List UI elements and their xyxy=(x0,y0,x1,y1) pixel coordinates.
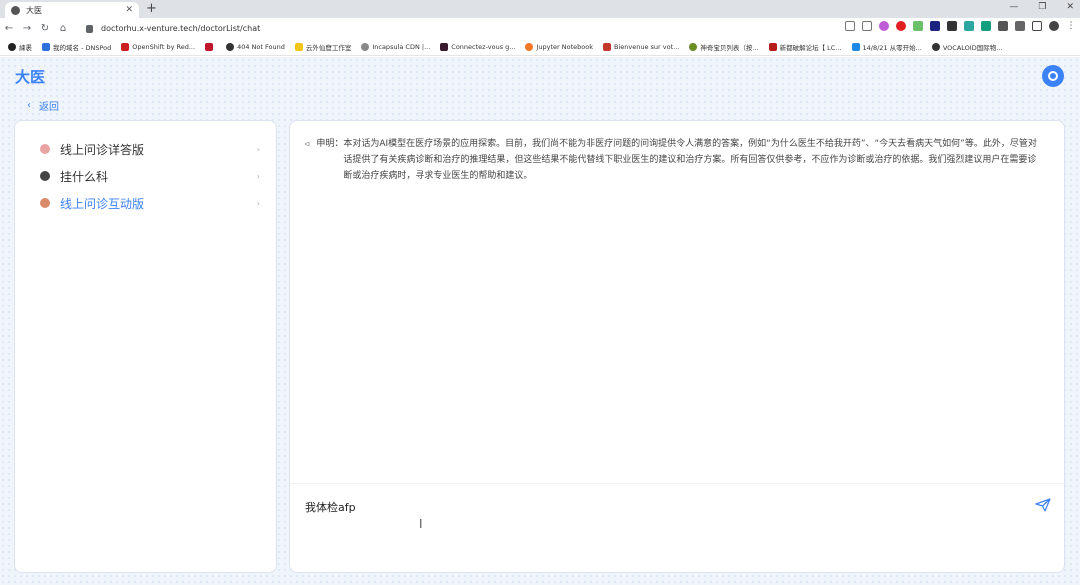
browser-toolbar: ← → ↻ ⌂ doctorhu.x-venture.tech/doctorLi… xyxy=(0,18,1080,38)
bookmark[interactable]: 14/8/21 从零开始... xyxy=(851,42,922,52)
extension-icon[interactable] xyxy=(879,21,889,31)
bookmark[interactable]: 404 Not Found xyxy=(226,42,285,51)
chevron-right-icon: › xyxy=(256,144,260,154)
megaphone-icon xyxy=(305,141,310,147)
doctor-avatar-icon xyxy=(40,144,50,154)
bookmark[interactable]: Incapsula CDN |... xyxy=(361,42,430,51)
minimize-icon[interactable]: — xyxy=(1009,2,1018,12)
bookmark[interactable]: VOCALOID国际物... xyxy=(931,42,1002,52)
chevron-right-icon: › xyxy=(256,171,260,181)
puzzle-icon[interactable] xyxy=(998,21,1008,31)
bookmark[interactable]: Jupyter Notebook xyxy=(525,42,593,51)
media-icon[interactable] xyxy=(1015,21,1025,31)
lock-icon xyxy=(86,24,93,33)
disclaimer-text: 本对话为AI模型在医疗场景的应用探索。目前，我们尚不能为非医疗问题的问询提供令人… xyxy=(343,139,1037,181)
tab-favicon-icon xyxy=(11,5,20,15)
doctor-sidebar: 线上问诊详答版 › 挂什么科 › 线上问诊互动版 › xyxy=(14,120,277,573)
extension-icon[interactable] xyxy=(947,21,957,31)
bookmark[interactable]: 云外仙窟工作室 xyxy=(294,42,351,52)
address-bar[interactable]: doctorhu.x-venture.tech/doctorList/chat xyxy=(80,21,850,36)
sidebar-item-label: 挂什么科 xyxy=(60,169,109,184)
bookmark[interactable]: 新都破解论坛【 LC... xyxy=(768,42,842,52)
bookmark[interactable]: Connectez-vous g... xyxy=(440,42,515,51)
chevron-left-icon: ‹ xyxy=(27,100,31,111)
sidebar-item-detailed[interactable]: 线上问诊详答版 › xyxy=(40,140,260,158)
window-close-icon[interactable]: ✕ xyxy=(1066,2,1074,12)
extension-icons: ⋮ xyxy=(845,21,1076,31)
user-avatar-button[interactable] xyxy=(1042,65,1064,87)
extension-icon[interactable] xyxy=(930,21,940,31)
text-cursor-icon: I xyxy=(419,517,423,531)
message-input[interactable]: 我体检afp xyxy=(305,499,356,515)
chevron-right-icon: › xyxy=(256,198,260,208)
sidebar-item-label: 线上问诊互动版 xyxy=(60,196,145,211)
extension-icon[interactable] xyxy=(964,21,974,31)
tab-title: 大医 xyxy=(26,5,42,15)
sidebar-item-department[interactable]: 挂什么科 › xyxy=(40,167,260,185)
restore-icon[interactable]: ❐ xyxy=(1038,2,1046,12)
profile-icon[interactable] xyxy=(1049,21,1059,31)
star-icon[interactable] xyxy=(862,21,872,31)
brand-logo[interactable]: 大医 xyxy=(15,66,45,87)
back-arrow-icon[interactable]: ← xyxy=(0,23,18,34)
home-icon[interactable]: ⌂ xyxy=(54,23,72,34)
opera-icon[interactable] xyxy=(896,21,906,31)
browser-tab[interactable]: 大医 ✕ xyxy=(5,2,139,18)
disclaimer-notice: 申明： 本对话为AI模型在医疗场景的应用探索。目前，我们尚不能为非医疗问题的问询… xyxy=(305,136,1045,184)
bookmark[interactable]: OpenShift by Red... xyxy=(121,42,195,51)
reload-icon[interactable]: ↻ xyxy=(36,23,54,34)
sidebar-icon[interactable] xyxy=(1032,21,1042,31)
extension-icon[interactable] xyxy=(981,21,991,31)
check-icon[interactable] xyxy=(913,21,923,31)
message-composer: 我体检afp I xyxy=(290,483,1064,572)
bookmark[interactable] xyxy=(205,42,216,51)
disclaimer-label: 申明： xyxy=(316,139,344,149)
back-label: 返回 xyxy=(39,102,59,113)
doctor-avatar-icon xyxy=(40,198,50,208)
new-tab-button[interactable]: + xyxy=(146,1,157,16)
bookmark[interactable]: 綀褁 xyxy=(8,42,32,52)
forward-arrow-icon[interactable]: → xyxy=(18,23,36,34)
bookmark[interactable]: Bienvenue sur vot... xyxy=(603,42,679,51)
bookmark[interactable]: 神奇宝贝列表（按... xyxy=(689,42,759,52)
send-icon[interactable] xyxy=(1035,498,1051,512)
tab-close-icon[interactable]: ✕ xyxy=(125,5,133,15)
browser-tab-strip: 大医 ✕ + — ❐ ✕ xyxy=(0,0,1080,18)
sidebar-item-interactive[interactable]: 线上问诊互动版 › xyxy=(40,194,260,212)
bookmark[interactable]: 我的域名 - DNSPod xyxy=(42,42,111,52)
bookmarks-bar: 綀褁 我的域名 - DNSPod OpenShift by Red... 404… xyxy=(0,38,1080,56)
menu-icon[interactable]: ⋮ xyxy=(1066,21,1076,31)
user-icon xyxy=(1048,71,1058,81)
chat-panel: 申明： 本对话为AI模型在医疗场景的应用探索。目前，我们尚不能为非医疗问题的问询… xyxy=(289,120,1065,573)
back-link[interactable]: ‹ 返回 xyxy=(27,98,59,113)
sidebar-item-label: 线上问诊详答版 xyxy=(60,142,145,157)
window-controls: — ❐ ✕ xyxy=(1009,2,1074,12)
url-text: doctorhu.x-venture.tech/doctorList/chat xyxy=(101,24,261,33)
share-icon[interactable] xyxy=(845,21,855,31)
doctor-avatar-icon xyxy=(40,171,50,181)
page-content: 大医 ‹ 返回 线上问诊详答版 › 挂什么科 › 线上问诊互动版 › 申明： 本… xyxy=(0,57,1080,585)
